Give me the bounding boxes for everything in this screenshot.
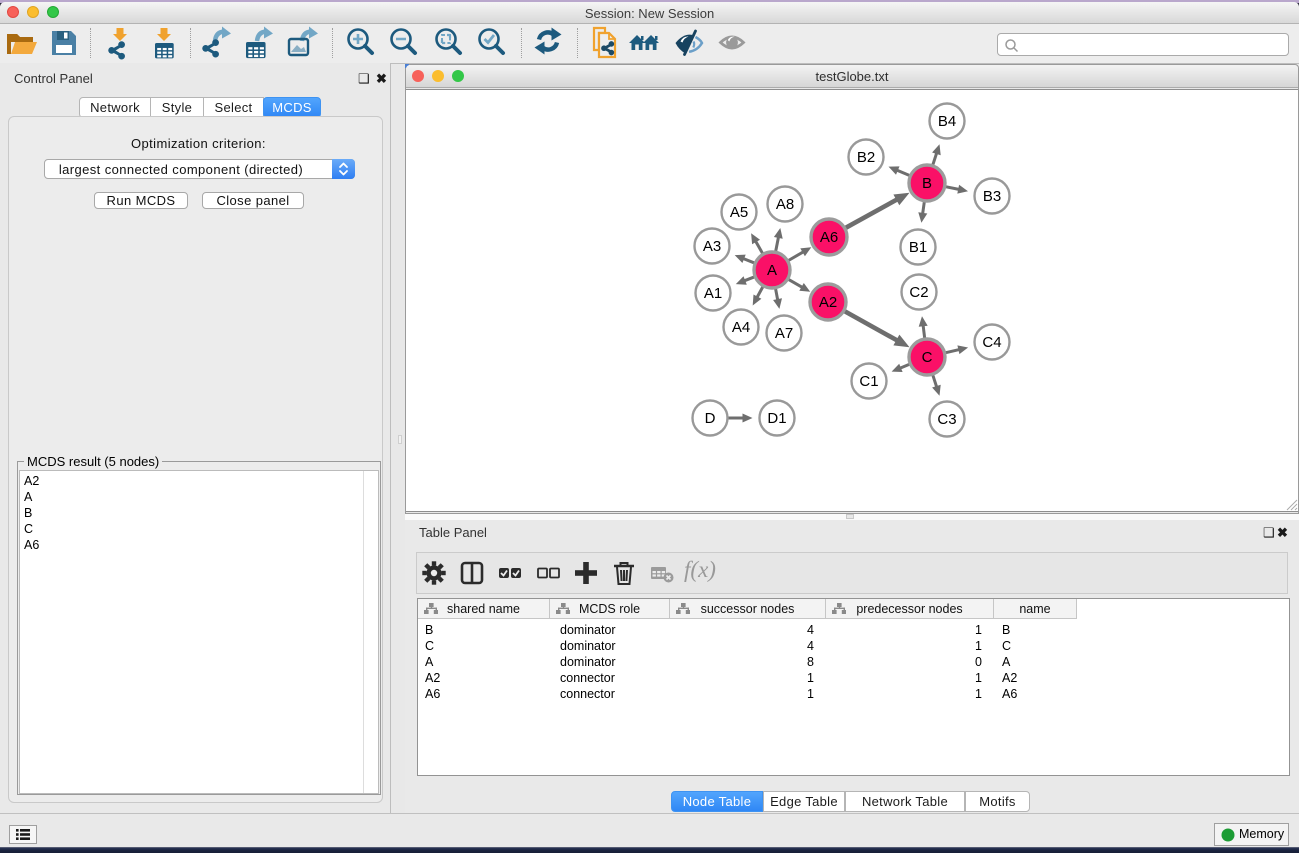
svg-text:C3: C3 [937,411,956,428]
svg-text:A2: A2 [819,294,837,311]
svg-text:A8: A8 [776,196,794,213]
svg-text:A: A [767,262,777,279]
svg-text:C4: C4 [982,334,1001,351]
svg-text:A7: A7 [775,325,793,342]
svg-text:C1: C1 [859,373,878,390]
svg-text:A1: A1 [704,285,722,302]
svg-text:A3: A3 [703,238,721,255]
svg-text:B3: B3 [983,188,1001,205]
svg-text:D: D [705,410,716,427]
svg-text:A6: A6 [820,229,838,246]
svg-text:B2: B2 [857,149,875,166]
svg-text:B: B [922,175,932,192]
svg-text:A4: A4 [732,319,750,336]
svg-text:D1: D1 [767,410,786,427]
svg-text:B4: B4 [938,113,956,130]
svg-text:C: C [922,349,933,366]
svg-text:A5: A5 [730,204,748,221]
svg-text:B1: B1 [909,239,927,256]
svg-text:C2: C2 [909,284,928,301]
